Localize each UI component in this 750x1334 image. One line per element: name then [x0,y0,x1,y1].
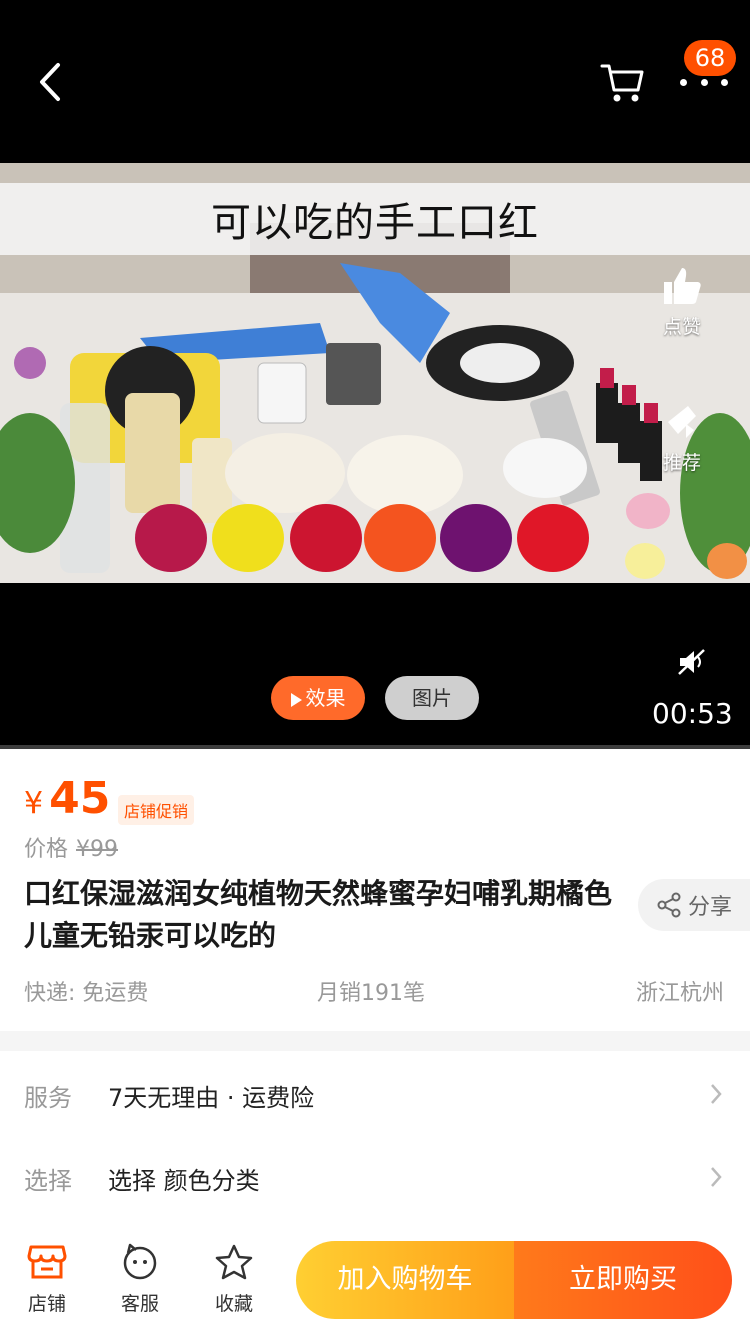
star-icon [215,1244,253,1280]
price-row: ¥ 45 [24,773,110,824]
video-duration: 00:53 [652,697,733,730]
customer-service-label: 客服 [120,1293,159,1315]
tab-photos-label: 图片 [412,686,452,710]
shop-tab[interactable]: 店铺 [7,1243,87,1316]
product-info-card: ¥ 45 店铺促销 价格 ¥99 口红保湿滋润女纯植物天然蜂蜜孕妇哺乳期橘色儿童无… [0,749,750,1031]
recommend-label: 推荐 [662,452,701,474]
service-row-label: 服务 [24,1084,72,1112]
cart-icon[interactable] [598,60,646,106]
recommend-button[interactable]: 推荐 [652,400,712,475]
cart-count-badge: 68 [684,40,736,76]
favorite-label: 收藏 [214,1293,253,1315]
currency-symbol: ¥ [24,786,44,821]
promo-tag: 店铺促销 [118,795,195,825]
current-price: 45 [49,773,111,824]
customer-service-icon [123,1243,157,1280]
video-player[interactable]: 可以吃的手工口红 [0,163,750,583]
share-icon [657,892,681,918]
bottom-action-bar: 店铺 客服 收藏 加入购物车 立即购买 [0,1231,750,1334]
original-price: ¥99 [76,837,119,862]
customer-service-tab[interactable]: 客服 [100,1243,180,1316]
favorite-tab[interactable]: 收藏 [194,1243,274,1316]
tab-effect-label: 效果 [305,686,346,710]
monthly-sales: 月销191笔 [317,981,425,1006]
service-row-value: 7天无理由 · 运费险 [108,1084,315,1112]
play-icon [290,692,302,707]
product-title: 口红保湿滋润女纯植物天然蜂蜜孕妇哺乳期橘色儿童无铅汞可以吃的 [24,877,613,952]
video-caption-bar: 可以吃的手工口红 [0,183,750,255]
share-label: 分享 [687,895,732,920]
ship-location: 浙江杭州 [635,981,724,1006]
recommend-icon [668,406,696,438]
options-card: 服务 7天无理由 · 运费险 选择 选择 颜色分类 [0,1051,750,1231]
tab-effect[interactable]: 效果 [271,676,365,720]
mute-icon[interactable] [676,646,708,678]
like-label: 点赞 [662,316,701,338]
shop-icon [27,1245,67,1279]
shipping-info: 快递: 免运费 [24,981,149,1006]
add-to-cart-button[interactable]: 加入购物车 [296,1241,514,1319]
chevron-right-icon [711,1084,722,1104]
original-price-row: 价格 ¥99 [24,831,118,863]
back-icon[interactable] [30,55,80,110]
shop-tab-label: 店铺 [27,1293,66,1315]
buy-now-button[interactable]: 立即购买 [514,1241,732,1319]
like-button[interactable]: 点赞 [652,264,712,339]
select-row-value: 选择 颜色分类 [108,1167,260,1195]
thumbs-up-icon [664,268,701,304]
service-row[interactable]: 服务 7天无理由 · 运费险 [0,1052,750,1134]
video-caption: 可以吃的手工口红 [211,200,539,246]
video-area: 68 可以吃的手工口红 点赞 推荐 00:53 效果 图片 [0,0,750,749]
share-button[interactable]: 分享 [638,879,750,931]
original-price-label: 价格 [24,837,69,862]
tab-photos[interactable]: 图片 [385,676,479,720]
select-row-label: 选择 [24,1167,72,1195]
chevron-right-icon [711,1167,722,1187]
select-row[interactable]: 选择 选择 颜色分类 [0,1135,750,1217]
